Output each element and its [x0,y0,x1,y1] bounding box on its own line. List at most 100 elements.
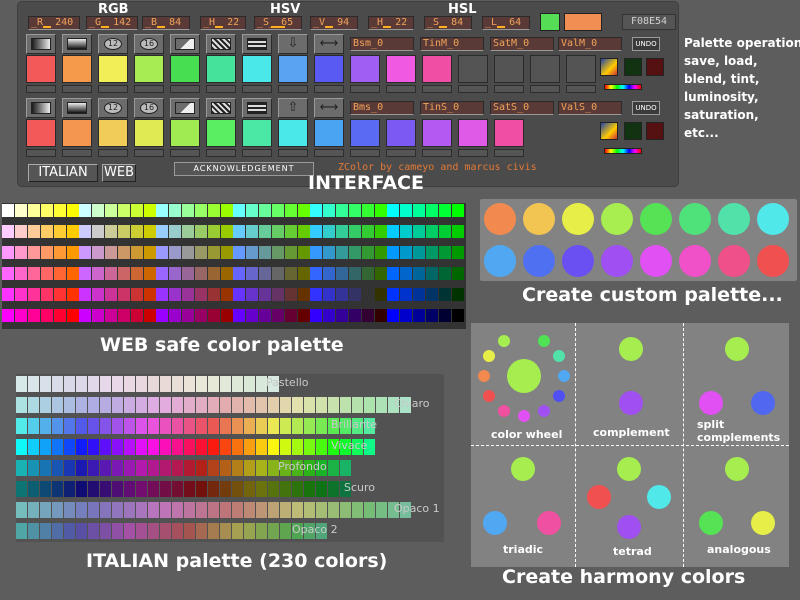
undo-button-row1[interactable]: UNDO [632,37,660,51]
italian-color-cell[interactable] [136,502,147,518]
web-color-cell[interactable] [15,246,27,259]
italian-color-cell[interactable] [148,460,159,476]
italian-color-cell[interactable] [220,502,231,518]
italian-color-cell[interactable] [196,397,207,413]
palette-tool-icon[interactable] [600,122,618,140]
web-color-cell[interactable] [336,246,348,259]
italian-color-cell[interactable] [292,397,303,413]
italian-color-cell[interactable] [268,418,279,434]
italian-color-cell[interactable] [256,481,267,497]
web-color-cell[interactable] [349,267,361,280]
italian-color-cell[interactable] [136,523,147,539]
italian-color-cell[interactable] [40,460,51,476]
swatch-lock-bar[interactable] [62,149,92,157]
web-color-cell[interactable] [92,204,104,217]
web-color-cell[interactable] [426,288,438,301]
web-color-cell[interactable] [233,225,245,238]
italian-color-cell[interactable] [136,439,147,455]
italian-color-cell[interactable] [148,418,159,434]
italian-color-cell[interactable] [136,481,147,497]
swatch-lock-bar[interactable] [350,149,380,157]
italian-color-cell[interactable] [28,376,39,392]
italian-color-cell[interactable] [16,523,27,539]
swatch-lock-bar[interactable] [350,85,380,93]
italian-color-cell[interactable] [184,481,195,497]
web-color-cell[interactable] [362,288,374,301]
web-color-cell[interactable] [439,309,451,322]
web-color-cell[interactable] [169,267,181,280]
web-color-cell[interactable] [144,204,156,217]
italian-color-cell[interactable] [256,502,267,518]
italian-color-cell[interactable] [172,502,183,518]
custom-color-dot[interactable] [757,203,789,235]
italian-color-cell[interactable] [172,439,183,455]
value-master-field[interactable]: ValM_0 [558,37,622,51]
acknowledgement-button[interactable]: ACKNOWLEDGEMENT [174,162,314,176]
wheel-dot[interactable] [552,350,565,362]
web-color-cell[interactable] [400,204,412,217]
web-color-cell[interactable] [272,309,284,322]
blend-master-field[interactable]: Bsm_0 [350,37,414,51]
web-color-cell[interactable] [105,288,117,301]
italian-color-cell[interactable] [208,523,219,539]
palette-swatch[interactable] [386,55,416,83]
italian-color-cell[interactable] [244,523,255,539]
italian-color-cell[interactable] [304,439,315,455]
web-color-cell[interactable] [285,204,297,217]
web-color-cell[interactable] [452,309,464,322]
swatch-lock-bar[interactable] [170,85,200,93]
web-color-cell[interactable] [182,204,194,217]
web-color-cell[interactable] [349,204,361,217]
web-color-cell[interactable] [15,267,27,280]
italian-color-cell[interactable] [136,460,147,476]
web-color-cell[interactable] [233,309,245,322]
web-color-cell[interactable] [387,288,399,301]
swatch-lock-bar[interactable] [422,85,452,93]
web-color-cell[interactable] [169,246,181,259]
italian-color-cell[interactable] [52,397,63,413]
italian-color-cell[interactable] [40,502,51,518]
italian-color-cell[interactable] [124,418,135,434]
italian-color-cell[interactable] [16,397,27,413]
italian-color-cell[interactable] [136,376,147,392]
palette-swatch[interactable] [350,119,380,147]
web-color-cell[interactable] [413,225,425,238]
web-color-cell[interactable] [79,267,91,280]
web-color-cell[interactable] [182,246,194,259]
web-color-cell[interactable] [439,267,451,280]
italian-color-cell[interactable] [304,502,315,518]
italian-color-cell[interactable] [256,439,267,455]
custom-color-dot[interactable] [718,203,750,235]
custom-color-dot[interactable] [601,203,633,235]
swatch-lock-bar[interactable] [566,85,596,93]
web-color-cell[interactable] [259,225,271,238]
web-color-cell[interactable] [208,246,220,259]
custom-color-dot[interactable] [718,245,750,277]
custom-color-dot[interactable] [679,203,711,235]
web-color-cell[interactable] [246,309,258,322]
web-color-cell[interactable] [400,288,412,301]
italian-color-cell[interactable] [124,523,135,539]
swatch-lock-bar[interactable] [458,85,488,93]
web-color-cell[interactable] [182,267,194,280]
web-color-cell[interactable] [362,309,374,322]
wheel-dot[interactable] [538,404,550,417]
web-color-cell[interactable] [28,204,40,217]
triadic-dot[interactable] [483,511,507,535]
italian-color-cell[interactable] [196,460,207,476]
web-color-cell[interactable] [233,246,245,259]
italian-color-cell[interactable] [40,418,51,434]
web-color-cell[interactable] [413,204,425,217]
web-color-cell[interactable] [336,225,348,238]
swatch-lock-bar[interactable] [98,85,128,93]
swatch-lock-bar[interactable] [62,85,92,93]
italian-color-cell[interactable] [184,376,195,392]
blue-field[interactable]: _B_ 84 [142,16,190,30]
italian-color-cell[interactable] [28,418,39,434]
web-color-cell[interactable] [310,204,322,217]
hsl-hue-field[interactable]: _H_ 22 [368,16,414,30]
italian-color-cell[interactable] [148,376,159,392]
web-color-cell[interactable] [195,309,207,322]
tool-button[interactable] [62,98,92,118]
italian-color-cell[interactable] [244,502,255,518]
